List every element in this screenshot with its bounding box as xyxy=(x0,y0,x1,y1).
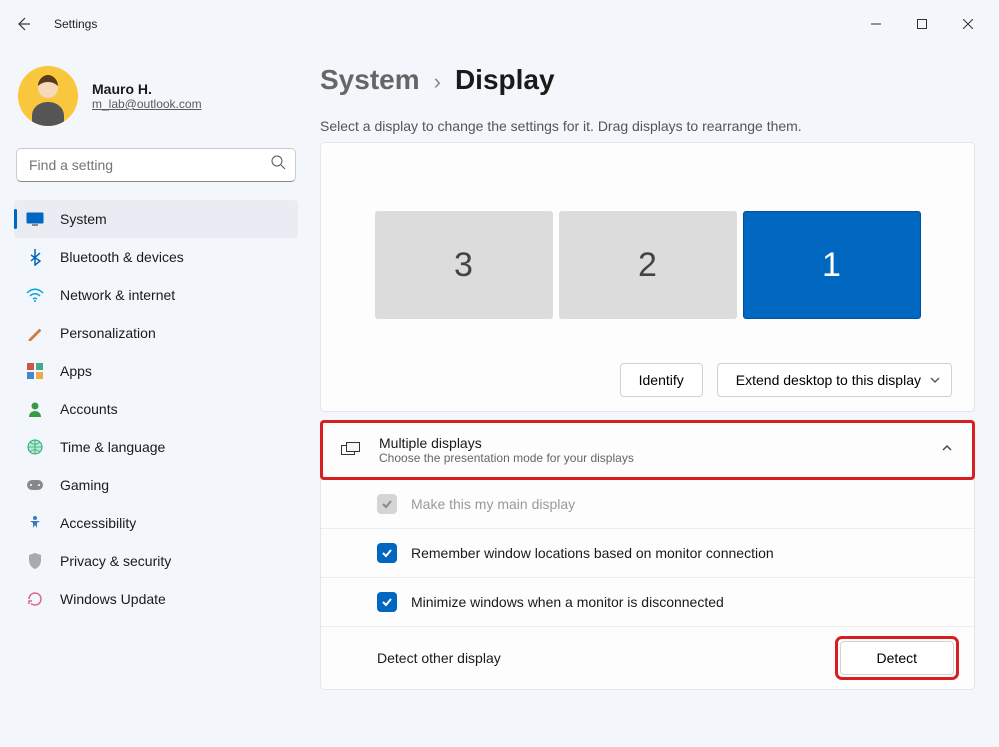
sidebar-item-label: Accessibility xyxy=(60,515,136,531)
network-icon xyxy=(26,286,44,304)
detect-highlight: Detect xyxy=(840,641,954,675)
sidebar-item-label: Personalization xyxy=(60,325,156,341)
detect-button[interactable]: Detect xyxy=(840,641,954,675)
titlebar: Settings xyxy=(0,0,999,48)
detect-button-label: Detect xyxy=(877,650,917,666)
sidebar-item-label: Gaming xyxy=(60,477,109,493)
page-title: Display xyxy=(455,64,555,96)
sidebar-item-label: Time & language xyxy=(60,439,165,455)
sidebar-item-label: Apps xyxy=(60,363,92,379)
sidebar-item-label: Bluetooth & devices xyxy=(60,249,184,265)
multiple-displays-icon xyxy=(341,440,361,460)
sidebar-item-label: Accounts xyxy=(60,401,118,417)
window-controls xyxy=(853,8,991,40)
monitor-1[interactable]: 1 xyxy=(743,211,921,319)
breadcrumb-parent[interactable]: System xyxy=(320,64,420,96)
windows-update-icon xyxy=(26,590,44,608)
sidebar-item-personalization[interactable]: Personalization xyxy=(14,314,298,352)
chevron-up-icon xyxy=(940,441,954,460)
sidebar-item-network[interactable]: Network & internet xyxy=(14,276,298,314)
profile-name: Mauro H. xyxy=(92,81,202,97)
multiple-displays-header[interactable]: Multiple displays Choose the presentatio… xyxy=(321,421,974,479)
breadcrumb-separator: › xyxy=(434,69,441,95)
main-display-checkbox xyxy=(377,494,397,514)
display-actions: Identify Extend desktop to this display xyxy=(343,363,952,397)
monitor-arrangement[interactable]: 3 2 1 xyxy=(343,211,952,319)
sidebar-item-time-language[interactable]: Time & language xyxy=(14,428,298,466)
row-remember-locations[interactable]: Remember window locations based on monit… xyxy=(321,528,974,577)
sidebar-item-label: Privacy & security xyxy=(60,553,171,569)
extend-label: Extend desktop to this display xyxy=(736,372,921,388)
sidebar-item-accessibility[interactable]: Accessibility xyxy=(14,504,298,542)
minimize-checkbox[interactable] xyxy=(377,592,397,612)
detect-label: Detect other display xyxy=(377,650,501,666)
sidebar-item-windows-update[interactable]: Windows Update xyxy=(14,580,298,618)
maximize-icon xyxy=(917,19,927,29)
main-content: System › Display Select a display to cha… xyxy=(310,48,999,747)
search-box xyxy=(16,148,296,182)
sidebar-item-gaming[interactable]: Gaming xyxy=(14,466,298,504)
search-icon xyxy=(271,155,286,175)
chevron-down-icon xyxy=(929,374,941,386)
accounts-icon xyxy=(26,400,44,418)
arrow-left-icon xyxy=(16,16,32,32)
main-display-label: Make this my main display xyxy=(411,496,575,512)
monitor-3[interactable]: 3 xyxy=(375,211,553,319)
extend-mode-dropdown[interactable]: Extend desktop to this display xyxy=(717,363,952,397)
bluetooth-icon xyxy=(26,248,44,266)
privacy-icon xyxy=(26,552,44,570)
nav-list: System Bluetooth & devices Network & int… xyxy=(14,200,298,618)
sidebar-item-accounts[interactable]: Accounts xyxy=(14,390,298,428)
close-button[interactable] xyxy=(945,8,991,40)
avatar xyxy=(18,66,78,126)
profile-email: m_lab@outlook.com xyxy=(92,97,202,111)
check-icon xyxy=(381,547,393,559)
maximize-button[interactable] xyxy=(899,8,945,40)
sidebar-item-label: Windows Update xyxy=(60,591,166,607)
check-icon xyxy=(381,596,393,608)
multiple-displays-title: Multiple displays xyxy=(379,435,922,451)
display-arrangement-panel: 3 2 1 Identify Extend desktop to this di… xyxy=(320,142,975,412)
sidebar-item-apps[interactable]: Apps xyxy=(14,352,298,390)
multiple-displays-subtitle: Choose the presentation mode for your di… xyxy=(379,451,922,465)
gaming-icon xyxy=(26,476,44,494)
accessibility-icon xyxy=(26,514,44,532)
profile-block[interactable]: Mauro H. m_lab@outlook.com xyxy=(14,58,298,144)
sidebar: Mauro H. m_lab@outlook.com System Blueto… xyxy=(0,48,310,747)
sidebar-item-bluetooth[interactable]: Bluetooth & devices xyxy=(14,238,298,276)
multiple-displays-card: Multiple displays Choose the presentatio… xyxy=(320,420,975,690)
row-detect-display: Detect other display Detect xyxy=(321,626,974,689)
minimize-icon xyxy=(871,19,881,29)
personalization-icon xyxy=(26,324,44,342)
identify-button[interactable]: Identify xyxy=(620,363,703,397)
remember-checkbox[interactable] xyxy=(377,543,397,563)
sidebar-item-privacy[interactable]: Privacy & security xyxy=(14,542,298,580)
window-title: Settings xyxy=(54,17,97,31)
sidebar-item-label: System xyxy=(60,211,107,227)
breadcrumb: System › Display xyxy=(320,64,975,96)
system-icon xyxy=(26,210,44,228)
remember-label: Remember window locations based on monit… xyxy=(411,545,774,561)
identify-label: Identify xyxy=(639,372,684,388)
row-minimize-windows[interactable]: Minimize windows when a monitor is disco… xyxy=(321,577,974,626)
back-button[interactable] xyxy=(8,8,40,40)
sidebar-item-label: Network & internet xyxy=(60,287,175,303)
sidebar-item-system[interactable]: System xyxy=(14,200,298,238)
search-input[interactable] xyxy=(16,148,296,182)
avatar-icon xyxy=(18,66,78,126)
time-language-icon xyxy=(26,438,44,456)
monitor-2[interactable]: 2 xyxy=(559,211,737,319)
check-icon xyxy=(381,498,393,510)
minimize-label: Minimize windows when a monitor is disco… xyxy=(411,594,724,610)
close-icon xyxy=(963,19,973,29)
apps-icon xyxy=(26,362,44,380)
row-main-display: Make this my main display xyxy=(321,479,974,528)
page-subtext: Select a display to change the settings … xyxy=(320,118,975,134)
minimize-button[interactable] xyxy=(853,8,899,40)
